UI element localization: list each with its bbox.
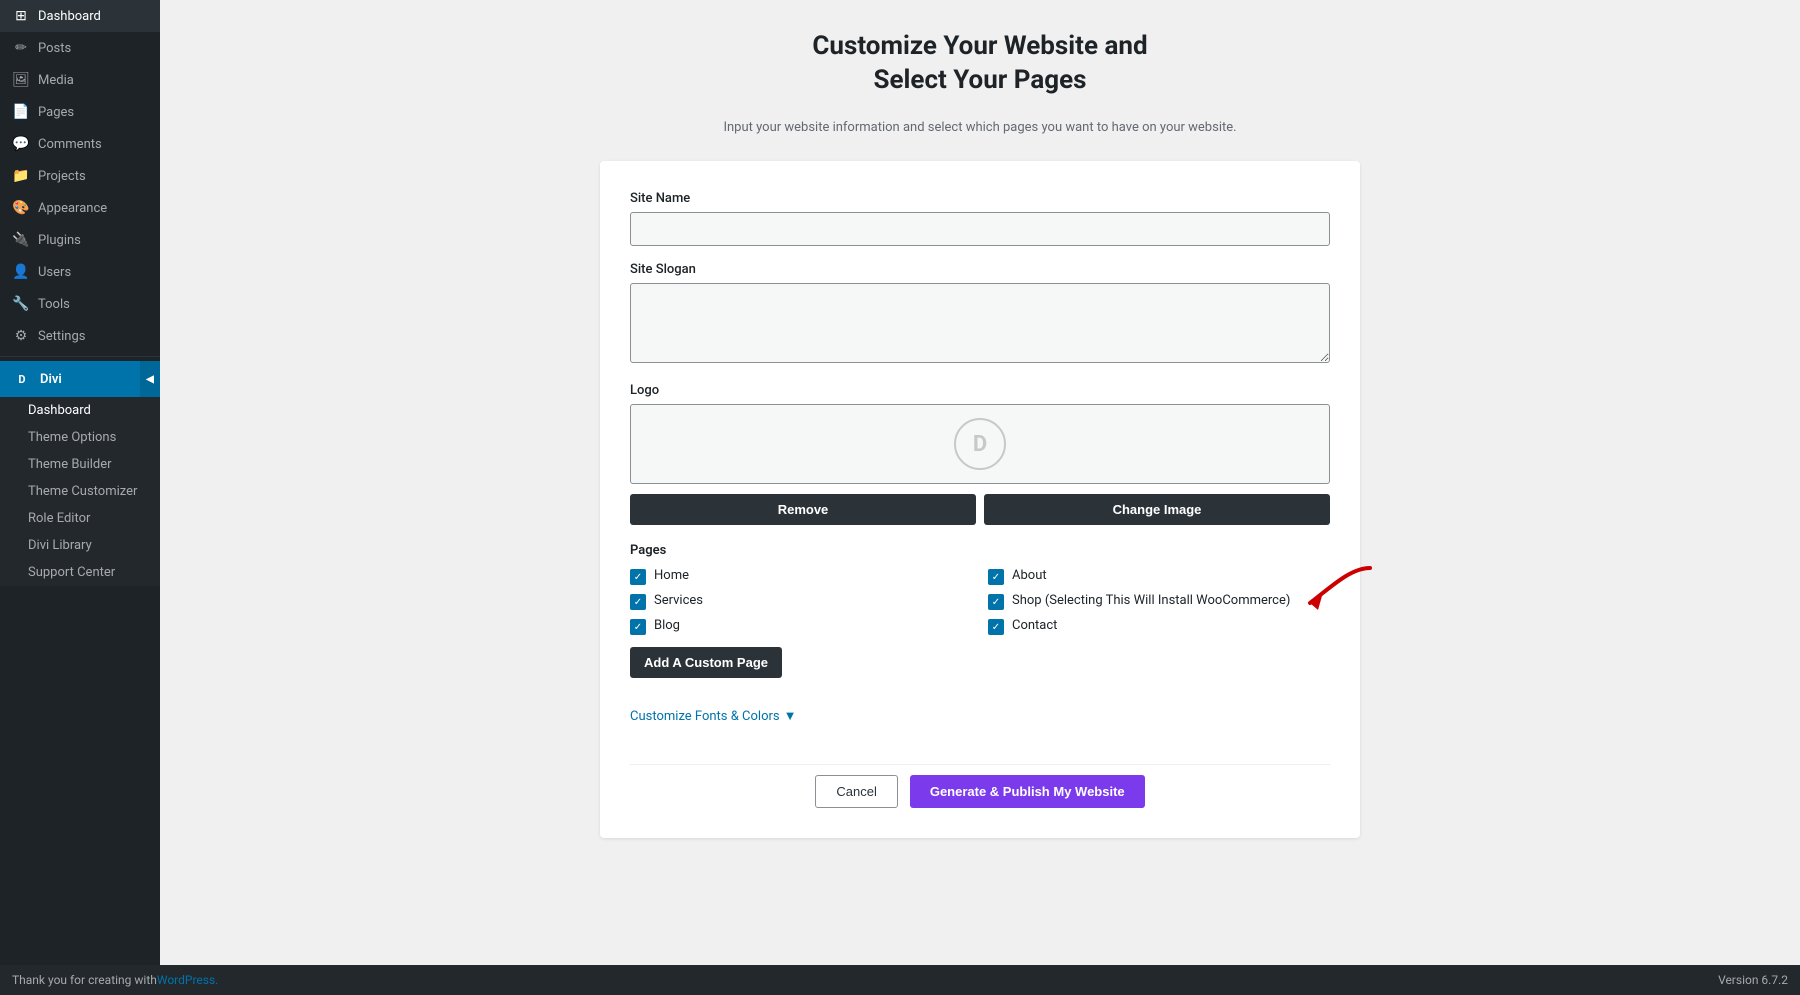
comments-icon: 💬 xyxy=(12,136,30,152)
site-slogan-input[interactable] xyxy=(630,283,1330,363)
home-check-icon: ✓ xyxy=(630,569,646,585)
divi-submenu-support-center[interactable]: Support Center xyxy=(0,559,160,586)
plugins-icon: 🔌 xyxy=(12,232,30,248)
customize-fonts-row: Customize Fonts & Colors ▼ xyxy=(630,708,1330,744)
wordpress-link[interactable]: WordPress. xyxy=(157,973,218,987)
publish-button[interactable]: Generate & Publish My Website xyxy=(910,775,1145,808)
services-check-icon: ✓ xyxy=(630,594,646,610)
cancel-button[interactable]: Cancel xyxy=(815,775,897,808)
change-image-button[interactable]: Change Image xyxy=(984,494,1330,525)
sidebar-item-media[interactable]: 🖼 Media xyxy=(0,64,160,96)
sidebar-item-divi[interactable]: D Divi ◀ xyxy=(0,361,160,397)
pages-grid: ✓ Home ✓ About xyxy=(630,568,1330,635)
divi-submenu: Dashboard Theme Options Theme Builder Th… xyxy=(0,397,160,586)
site-name-input[interactable] xyxy=(630,212,1330,246)
pages-grid-wrapper: ✓ Home ✓ About xyxy=(630,568,1330,635)
page-check-shop: ✓ Shop (Selecting This Will Install WooC… xyxy=(988,593,1330,610)
page-check-about: ✓ About xyxy=(988,568,1330,585)
sidebar-item-projects[interactable]: 📁 Projects xyxy=(0,160,160,192)
customize-fonts-link[interactable]: Customize Fonts & Colors ▼ xyxy=(630,708,797,724)
about-check-icon: ✓ xyxy=(988,569,1004,585)
divi-submenu-theme-builder[interactable]: Theme Builder xyxy=(0,451,160,478)
divi-submenu-theme-options[interactable]: Theme Options xyxy=(0,424,160,451)
divi-submenu-theme-customizer[interactable]: Theme Customizer xyxy=(0,478,160,505)
logo-group: Logo D Remove Change Image xyxy=(630,383,1330,525)
projects-icon: 📁 xyxy=(12,168,30,184)
page-heading: Customize Your Website and Select Your P… xyxy=(180,30,1780,98)
sidebar-item-tools[interactable]: 🔧 Tools xyxy=(0,288,160,320)
divi-submenu-role-editor[interactable]: Role Editor xyxy=(0,505,160,532)
divi-submenu-dashboard[interactable]: Dashboard xyxy=(0,397,160,424)
pages-group: Pages ✓ Home ✓ About xyxy=(630,543,1330,692)
logo-area: D xyxy=(630,404,1330,484)
sidebar-item-comments[interactable]: 💬 Comments xyxy=(0,128,160,160)
footer-bar: Thank you for creating with WordPress. V… xyxy=(0,965,1800,995)
page-check-contact: ✓ Contact xyxy=(988,618,1330,635)
version-text: Version 6.7.2 xyxy=(1718,973,1788,987)
page-subtitle: Input your website information and selec… xyxy=(180,118,1780,138)
posts-icon: ✏ xyxy=(12,40,30,56)
users-icon: 👤 xyxy=(12,264,30,280)
sidebar-item-posts[interactable]: ✏ Posts xyxy=(0,32,160,64)
add-custom-page-button[interactable]: Add A Custom Page xyxy=(630,647,782,678)
site-name-group: Site Name xyxy=(630,191,1330,246)
footer-thanks-text: Thank you for creating with xyxy=(12,973,157,987)
bottom-actions: Cancel Generate & Publish My Website xyxy=(630,764,1330,808)
site-slogan-label: Site Slogan xyxy=(630,262,1330,277)
logo-button-row: Remove Change Image xyxy=(630,494,1330,525)
sidebar: ⊞ Dashboard ✏ Posts 🖼 Media 📄 Pages 💬 Co… xyxy=(0,0,160,995)
sidebar-item-users[interactable]: 👤 Users xyxy=(0,256,160,288)
sidebar-item-pages[interactable]: 📄 Pages xyxy=(0,96,160,128)
divi-submenu-divi-library[interactable]: Divi Library xyxy=(0,532,160,559)
remove-logo-button[interactable]: Remove xyxy=(630,494,976,525)
pages-section-label: Pages xyxy=(630,543,1330,558)
blog-check-icon: ✓ xyxy=(630,619,646,635)
setup-card: Site Name Site Slogan Logo D Remove Chan… xyxy=(600,161,1360,838)
page-check-services: ✓ Services xyxy=(630,593,972,610)
sidebar-item-dashboard[interactable]: ⊞ Dashboard xyxy=(0,0,160,32)
site-name-label: Site Name xyxy=(630,191,1330,206)
pages-icon: 📄 xyxy=(12,104,30,120)
settings-icon: ⚙ xyxy=(12,328,30,344)
page-check-blog: ✓ Blog xyxy=(630,618,972,635)
logo-label: Logo xyxy=(630,383,1330,398)
dashboard-icon: ⊞ xyxy=(12,8,30,24)
appearance-icon: 🎨 xyxy=(12,200,30,216)
sidebar-item-appearance[interactable]: 🎨 Appearance xyxy=(0,192,160,224)
site-slogan-group: Site Slogan xyxy=(630,262,1330,367)
sidebar-item-plugins[interactable]: 🔌 Plugins xyxy=(0,224,160,256)
arrow-annotation xyxy=(1300,558,1380,622)
divi-menu-arrow: ◀ xyxy=(140,361,160,397)
page-check-home: ✓ Home xyxy=(630,568,972,585)
contact-check-icon: ✓ xyxy=(988,619,1004,635)
main-content: Customize Your Website and Select Your P… xyxy=(160,0,1800,995)
logo-placeholder: D xyxy=(954,418,1006,470)
sidebar-divider xyxy=(0,356,160,357)
media-icon: 🖼 xyxy=(12,72,30,88)
sidebar-item-settings[interactable]: ⚙ Settings xyxy=(0,320,160,352)
divi-logo-icon: D xyxy=(12,369,32,389)
shop-check-icon: ✓ xyxy=(988,594,1004,610)
page-title: Customize Your Website and Select Your P… xyxy=(180,30,1780,98)
tools-icon: 🔧 xyxy=(12,296,30,312)
